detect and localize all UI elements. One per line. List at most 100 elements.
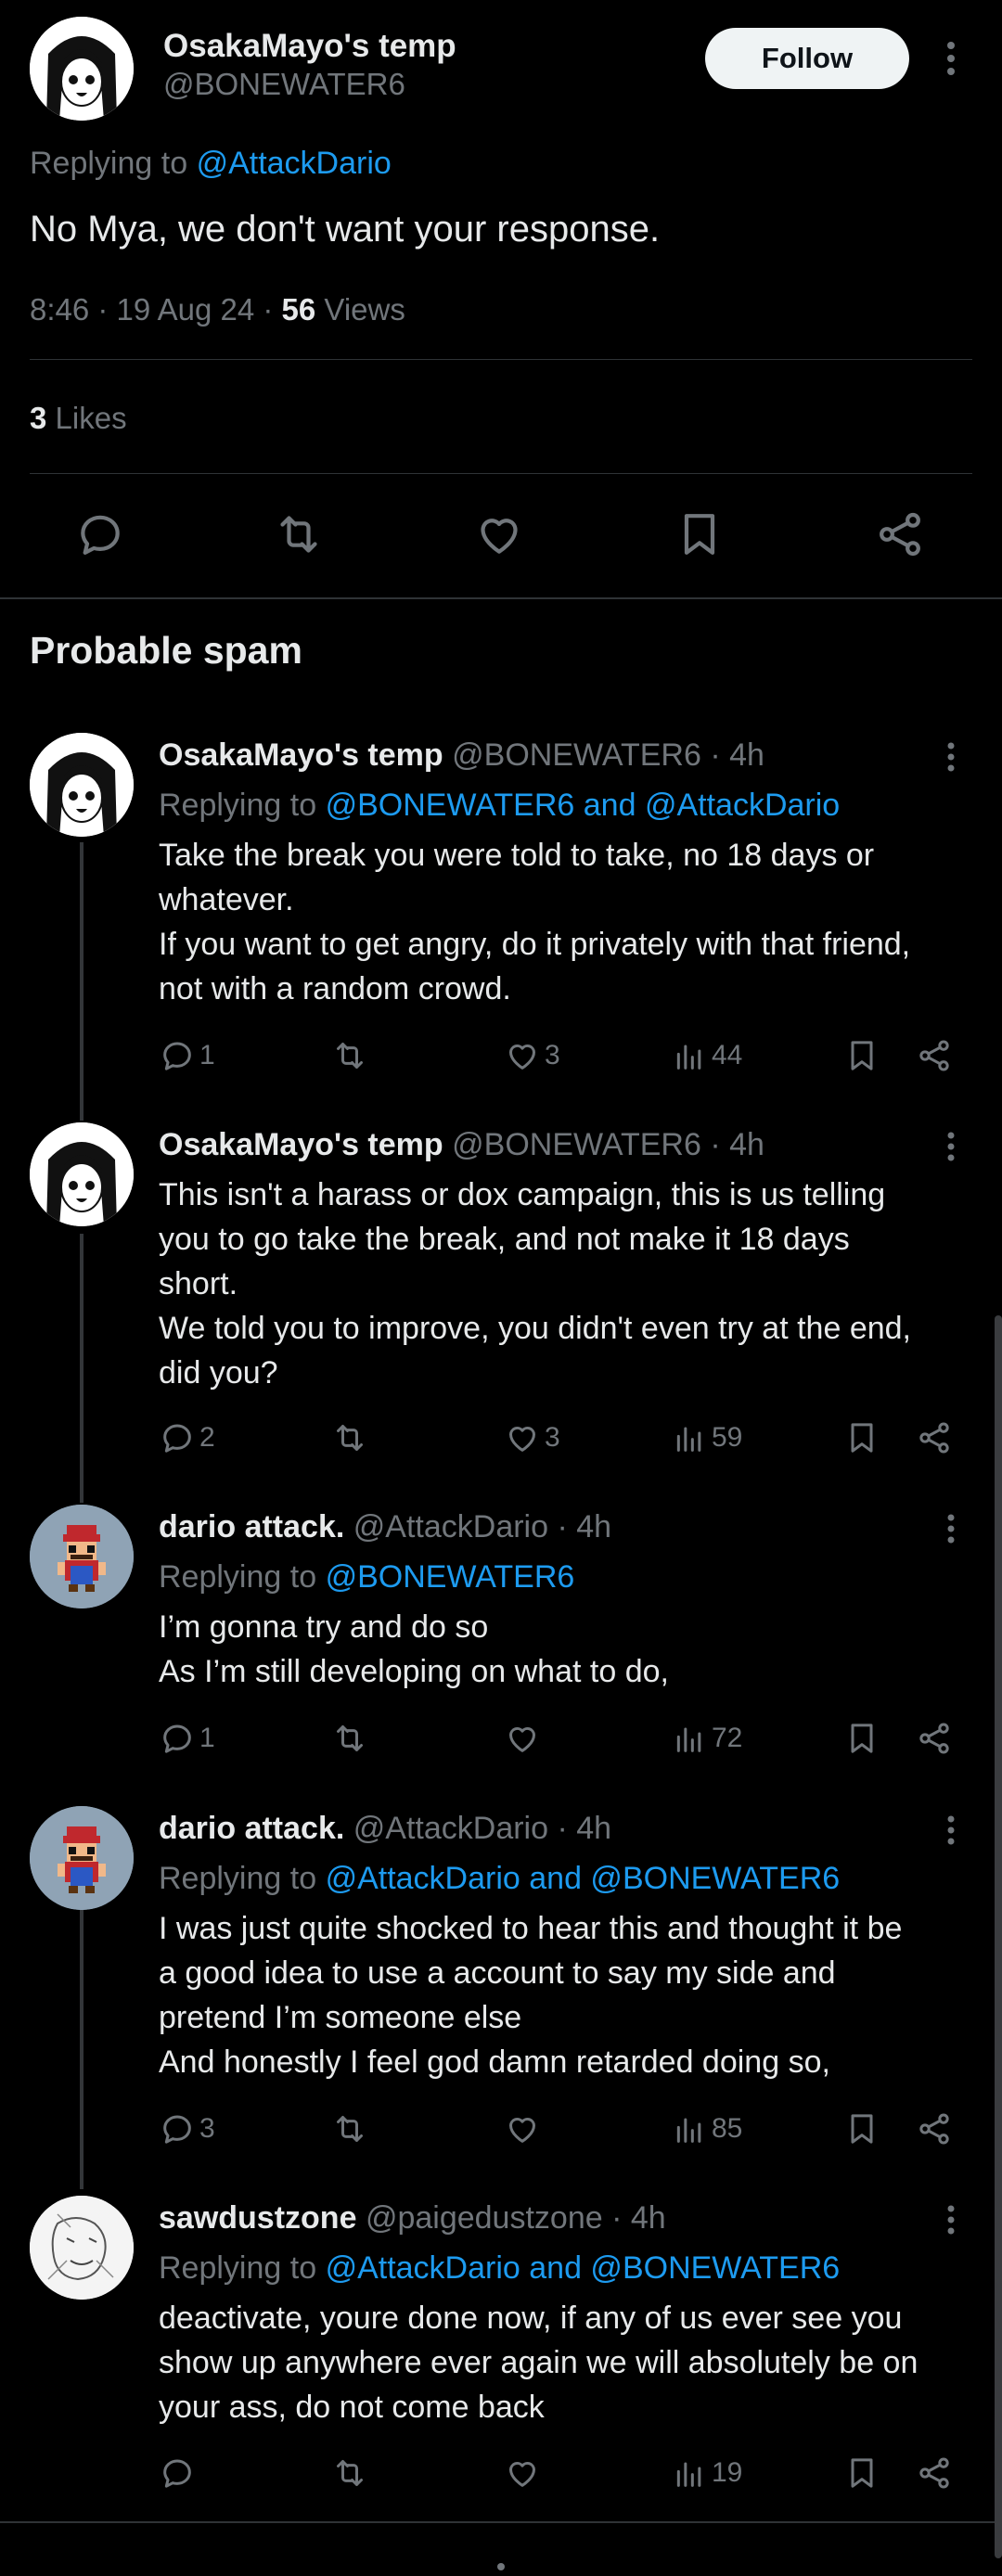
like-action[interactable]: 3: [504, 1417, 560, 1458]
reply-actions: 2 3 59: [159, 1417, 966, 1458]
replying-to-link[interactable]: @AttackDario and @BONEWATER6: [326, 2250, 841, 2286]
retweet-action[interactable]: [331, 1718, 368, 1759]
reply-action[interactable]: 1: [159, 1035, 215, 1076]
like-icon[interactable]: [473, 508, 525, 560]
divider: [30, 359, 972, 360]
reply-header: dario attack. @AttackDario · 4h: [159, 1509, 611, 1545]
avatar[interactable]: [30, 1806, 134, 1910]
reply-action[interactable]: 3: [159, 2108, 215, 2149]
reply-text: This isn't a harass or dox campaign, thi…: [159, 1173, 975, 1395]
share-icon[interactable]: [916, 1035, 953, 1076]
view-count: 59: [712, 1422, 743, 1453]
retweet-action[interactable]: [331, 1417, 368, 1458]
more-options-icon[interactable]: [937, 37, 965, 80]
author-name[interactable]: sawdustzone: [159, 2200, 356, 2236]
view-count: 44: [712, 1040, 743, 1070]
share-icon[interactable]: [916, 1718, 953, 1759]
author-name[interactable]: OsakaMayo's temp: [159, 1127, 443, 1162]
views-action[interactable]: 44: [671, 1035, 742, 1076]
section-divider: [0, 597, 1002, 599]
like-count: 3: [545, 1422, 560, 1453]
like-action[interactable]: [504, 2453, 545, 2493]
views-action[interactable]: 72: [671, 1718, 742, 1759]
reply-actions: 1 72: [159, 1718, 966, 1759]
retweet-action[interactable]: [331, 2453, 368, 2493]
author-name[interactable]: OsakaMayo's temp: [159, 737, 443, 773]
avatar[interactable]: [30, 733, 134, 837]
tweet-time[interactable]: 8:46 · 19 Aug 24 ·: [30, 292, 282, 327]
reply-action[interactable]: 1: [159, 1718, 215, 1759]
avatar[interactable]: [30, 2196, 134, 2300]
share-icon[interactable]: [916, 1417, 953, 1458]
retweet-icon: [337, 2116, 363, 2142]
author-handle[interactable]: @AttackDario · 4h: [353, 1509, 611, 1544]
text-line: a good idea to use a account to say my s…: [159, 1955, 836, 1991]
replying-to-link[interactable]: @AttackDario and @BONEWATER6: [326, 1861, 841, 1896]
author-handle[interactable]: @BONEWATER6: [163, 67, 405, 102]
text-line: not with a random crowd.: [159, 971, 511, 1006]
more-options-icon[interactable]: [937, 1812, 965, 1849]
follow-button[interactable]: Follow: [705, 28, 909, 89]
bookmark-icon[interactable]: [674, 508, 726, 560]
avatar[interactable]: [30, 17, 134, 121]
reply-action[interactable]: 2: [159, 1417, 215, 1458]
likes-count: 3: [30, 401, 47, 435]
text-line: We told you to improve, you didn't even …: [159, 1311, 911, 1346]
tweet-meta: 8:46 · 19 Aug 24 · 56 Views: [30, 292, 405, 327]
scrollbar[interactable]: [995, 1315, 1002, 2558]
author-handle[interactable]: @BONEWATER6 · 4h: [452, 737, 764, 773]
share-icon[interactable]: [874, 508, 926, 560]
reply-action[interactable]: [159, 2453, 199, 2493]
reply-actions: 1 3 44: [159, 1035, 966, 1076]
replying-prefix: Replying to: [159, 788, 317, 823]
author-handle[interactable]: @BONEWATER6 · 4h: [452, 1127, 764, 1162]
avatar[interactable]: [30, 1122, 134, 1226]
views-action[interactable]: 59: [671, 1417, 742, 1458]
more-options-icon[interactable]: [937, 738, 965, 775]
views-action[interactable]: 85: [671, 2108, 742, 2149]
share-icon[interactable]: [916, 2108, 953, 2149]
reply-icon: [163, 2459, 191, 2488]
bookmark-icon[interactable]: [843, 1035, 880, 1076]
like-action[interactable]: 3: [504, 1035, 560, 1076]
more-options-icon[interactable]: [937, 2201, 965, 2238]
reply-icon: [163, 1042, 191, 1070]
author-handle[interactable]: @paigedustzone · 4h: [366, 2200, 666, 2236]
bookmark-icon[interactable]: [843, 1718, 880, 1759]
like-action[interactable]: [504, 1718, 545, 1759]
replying-to-link[interactable]: @BONEWATER6: [326, 1559, 575, 1595]
bookmark-icon[interactable]: [843, 2453, 880, 2493]
like-icon: [509, 1727, 535, 1752]
likes-row[interactable]: 3 Likes: [30, 401, 127, 436]
author-handle[interactable]: @AttackDario · 4h: [353, 1811, 611, 1846]
avatar[interactable]: [30, 1505, 134, 1608]
bookmark-icon[interactable]: [843, 2108, 880, 2149]
reply-count: 1: [199, 1040, 215, 1070]
reply-icon: [163, 1424, 191, 1453]
tweet-text: No Mya, we don't want your response.: [30, 209, 661, 250]
views-action[interactable]: 19: [671, 2453, 742, 2493]
author-name[interactable]: OsakaMayo's temp: [163, 28, 456, 65]
like-action[interactable]: [504, 2108, 545, 2149]
retweet-action[interactable]: [331, 2108, 368, 2149]
reply-header: OsakaMayo's temp @BONEWATER6 · 4h: [159, 737, 764, 774]
reply-icon[interactable]: [74, 508, 126, 560]
retweet-icon[interactable]: [273, 508, 325, 560]
reply-count: 1: [199, 1723, 215, 1753]
replying-to-link[interactable]: @AttackDario: [197, 146, 392, 181]
author-name[interactable]: dario attack.: [159, 1509, 344, 1544]
share-icon[interactable]: [916, 2453, 953, 2493]
views-label: Views: [324, 292, 405, 327]
more-options-icon[interactable]: [937, 1510, 965, 1547]
replying-prefix: Replying to: [30, 146, 188, 181]
replying-to: Replying to @BONEWATER6: [159, 1559, 574, 1596]
retweet-action[interactable]: [331, 1035, 368, 1076]
loading-indicator: [497, 2563, 505, 2570]
text-line: Take the break you were told to take, no…: [159, 838, 875, 873]
more-options-icon[interactable]: [937, 1128, 965, 1165]
bookmark-icon[interactable]: [843, 1417, 880, 1458]
replying-to-link[interactable]: @BONEWATER6 and @AttackDario: [326, 788, 841, 823]
like-icon: [509, 1427, 535, 1452]
text-line: As I’m still developing on what to do,: [159, 1654, 669, 1689]
author-name[interactable]: dario attack.: [159, 1811, 344, 1846]
